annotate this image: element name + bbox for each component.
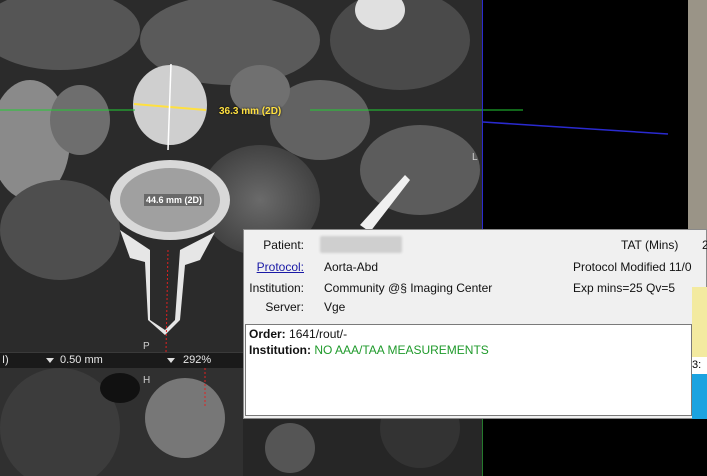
thickness-dropdown[interactable] bbox=[163, 354, 175, 367]
orientation-posterior-label: P bbox=[143, 341, 150, 352]
side-blue-block bbox=[692, 374, 707, 419]
orientation-left-label: L bbox=[472, 152, 478, 163]
patient-info-panel: Patient: Protocol: Aorta-Abd Institution… bbox=[243, 229, 707, 419]
order-label: Order: bbox=[249, 327, 286, 341]
zoom-value: 292% bbox=[183, 354, 212, 366]
tat-value: 2 bbox=[702, 238, 707, 252]
protocol-value: Aorta-Abd bbox=[324, 260, 379, 274]
order-notes-box: Order: 1641/rout/- Institution: NO AAA/T… bbox=[245, 324, 692, 416]
render-mode-value: I) bbox=[2, 354, 9, 366]
institution-value: Community @§ Imaging Center bbox=[324, 281, 493, 295]
side-volume-strip bbox=[688, 0, 707, 230]
render-mode-dropdown[interactable] bbox=[42, 354, 54, 367]
order-line: Order: 1641/rout/- bbox=[249, 327, 347, 341]
order-institution-label: Institution: bbox=[249, 343, 311, 357]
order-institution-note: NO AAA/TAA MEASUREMENTS bbox=[314, 343, 489, 357]
measurement-label-1: 36.3 mm (2D) bbox=[219, 106, 282, 117]
order-value: 1641/rout/- bbox=[289, 327, 348, 341]
protocol-link-text[interactable]: Protocol: bbox=[257, 260, 304, 274]
slice-thickness-value: 0.50 mm bbox=[60, 354, 103, 366]
protocol-modified-text: Protocol Modified 11/0 bbox=[573, 260, 692, 274]
institution-label: Institution: bbox=[249, 281, 304, 295]
orientation-head-label: H bbox=[143, 375, 151, 386]
slice-thickness-select[interactable]: 0.50 mm bbox=[60, 354, 103, 367]
zoom-level: 292% bbox=[183, 354, 211, 367]
side-white-block: 3: bbox=[692, 357, 707, 374]
server-label: Server: bbox=[265, 300, 304, 314]
patient-name-redacted bbox=[320, 236, 402, 253]
protocol-link[interactable]: Protocol: bbox=[244, 260, 304, 274]
patient-label: Patient: bbox=[263, 238, 304, 252]
render-mode-select[interactable]: I) bbox=[2, 354, 9, 367]
chevron-down-icon bbox=[167, 357, 175, 363]
exp-mins-text: Exp mins=25 Qv=5 bbox=[573, 281, 676, 295]
order-institution-line: Institution: NO AAA/TAA MEASUREMENTS bbox=[249, 343, 489, 357]
tat-label: TAT (Mins) bbox=[621, 238, 679, 252]
side-partial-text: 3: bbox=[692, 359, 702, 371]
measurement-label-2: 44.6 mm (2D) bbox=[144, 194, 205, 206]
server-value: Vge bbox=[324, 300, 346, 314]
chevron-down-icon bbox=[46, 357, 54, 363]
side-yellow-block bbox=[692, 287, 707, 357]
volume-render-viewport[interactable] bbox=[482, 0, 707, 230]
